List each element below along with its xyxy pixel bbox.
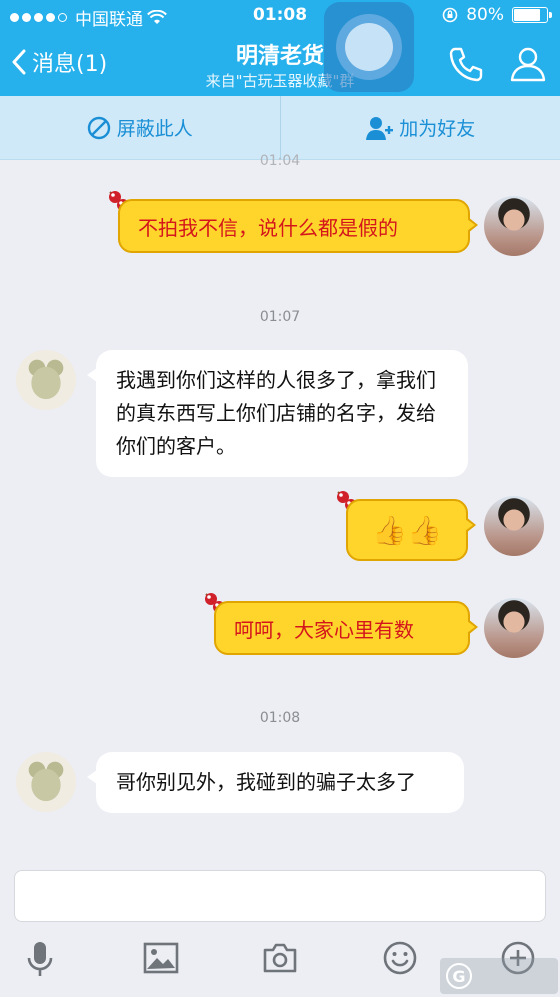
message-input[interactable] (14, 870, 546, 922)
battery-percent: 80% (466, 5, 504, 25)
message-text: 我遇到你们这样的人很多了，拿我们的真东西写上你们店铺的名字，发给你们的客户。 (116, 368, 436, 458)
message-text: 呵呵，大家心里有数 (234, 617, 414, 642)
block-icon (87, 116, 110, 139)
timestamp: 01:07 (259, 309, 301, 325)
battery-icon (512, 7, 552, 23)
phone-icon[interactable] (446, 44, 486, 84)
image-icon[interactable] (143, 942, 179, 974)
assistive-touch-button[interactable] (324, 2, 414, 92)
message-bubble-in[interactable]: 哥你别见外，我碰到的骗子太多了 (87, 752, 464, 813)
status-bar: 中国联通 01:08 80% (0, 0, 560, 32)
sender-avatar[interactable] (16, 350, 76, 410)
thumbs-up-emoji: 👍👍 (372, 513, 442, 547)
timestamp: 01:08 (259, 710, 301, 726)
add-friend-icon (366, 116, 394, 140)
message-text: 哥你别见外，我碰到的骗子太多了 (116, 770, 416, 794)
camera-icon[interactable] (262, 942, 298, 974)
chat-header: 中国联通 01:08 80% 消息(1) 明清老货 来自"古玩玉器收藏"群 (0, 0, 560, 96)
my-avatar[interactable] (484, 196, 544, 256)
add-friend-label: 加为好友 (399, 118, 476, 140)
add-friend-button[interactable]: 加为好友 (281, 96, 560, 159)
message-bubble-in[interactable]: 我遇到你们这样的人很多了，拿我们的真东西写上你们店铺的名字，发给你们的客户。 (87, 350, 468, 477)
message-bubble-out[interactable]: 👍👍 (346, 499, 476, 561)
profile-icon[interactable] (508, 44, 548, 84)
mic-icon[interactable] (24, 940, 56, 980)
my-avatar[interactable] (484, 598, 544, 658)
message-text: 不拍我不信，说什么都是假的 (138, 215, 398, 240)
block-user-label: 屏蔽此人 (116, 118, 193, 140)
block-user-button[interactable]: 屏蔽此人 (0, 96, 280, 159)
watermark-logo: G (440, 958, 558, 994)
my-avatar[interactable] (484, 496, 544, 556)
rotation-lock-icon (442, 7, 458, 23)
message-bubble-out[interactable]: 不拍我不信，说什么都是假的 (118, 199, 478, 253)
emoji-icon[interactable] (382, 940, 418, 976)
sender-avatar[interactable] (16, 752, 76, 812)
action-bar: 屏蔽此人 加为好友 (0, 96, 560, 160)
timestamp: 01:04 (259, 153, 301, 169)
message-bubble-out[interactable]: 呵呵，大家心里有数 (214, 601, 478, 655)
